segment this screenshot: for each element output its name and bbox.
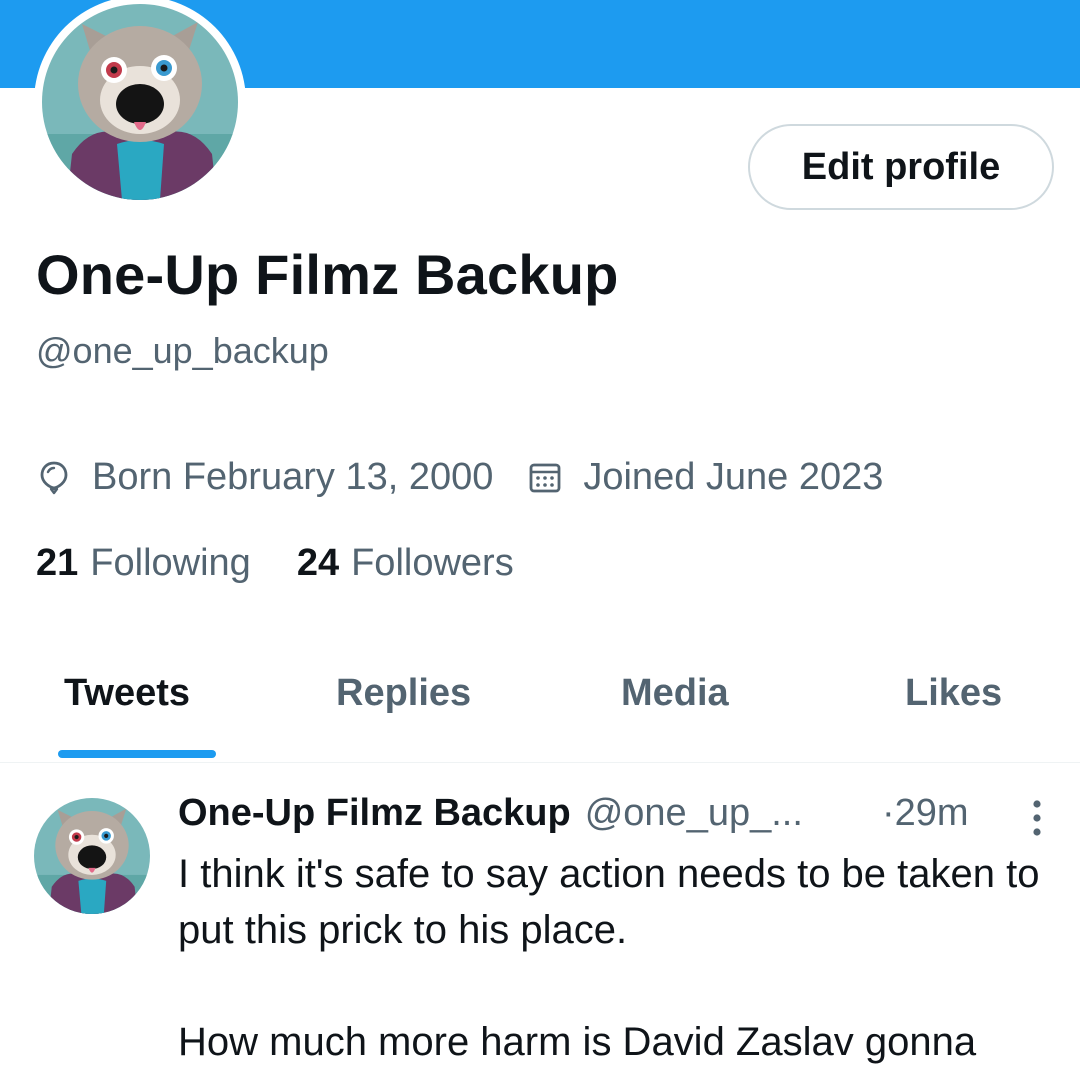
tweet-author-handle[interactable]: @one_up_... [585,792,803,835]
active-tab-indicator [58,750,216,758]
followers-count: 24 [296,542,340,584]
tweet-author-name[interactable]: One-Up Filmz Backup [178,792,571,835]
avatar-plush-wolf-icon [34,798,150,914]
calendar-icon [529,463,561,493]
edit-profile-button[interactable]: Edit profile [748,124,1054,210]
followers-label: Followers [351,542,514,584]
profile-meta: Born February 13, 2000 Joined June 2023 [36,452,883,502]
joined-date-text: Joined June 2023 [583,455,884,498]
followers-link[interactable]: 24 Followers [297,542,514,585]
tab-replies[interactable]: Replies [336,672,471,715]
tab-tweets[interactable]: Tweets [64,672,190,715]
tweet-header: One-Up Filmz Backup @one_up_... [178,792,803,835]
profile-tabs: Tweets Replies Media Likes [0,650,1080,763]
avatar-plush-wolf-icon [42,4,238,200]
tweet-body[interactable]: I think it's safe to say action needs to… [178,846,1058,1070]
profile-stats: 21 Following 24 Followers [36,542,514,585]
tweet-paragraph: I think it's safe to say action needs to… [178,852,1040,952]
profile-handle: @one_up_backup [36,330,329,371]
birth-date-text: Born February 13, 2000 [92,455,494,498]
balloon-icon [40,461,68,495]
following-label: Following [90,542,251,584]
profile-display-name: One-Up Filmz Backup [36,243,619,306]
tab-likes[interactable]: Likes [905,672,1002,715]
tweet-timestamp[interactable]: ·29m [882,792,969,835]
profile-avatar[interactable] [34,0,246,208]
following-link[interactable]: 21 Following [36,542,251,585]
more-vertical-icon[interactable] [1022,796,1052,840]
following-count: 21 [36,542,79,584]
tab-media[interactable]: Media [621,672,729,715]
tweet-author-avatar[interactable] [34,798,150,914]
birth-date: Born February 13, 2000 [36,456,493,499]
joined-date: Joined June 2023 [527,456,883,499]
tweet-paragraph: How much more harm is David Zaslav gonna [178,1020,977,1064]
